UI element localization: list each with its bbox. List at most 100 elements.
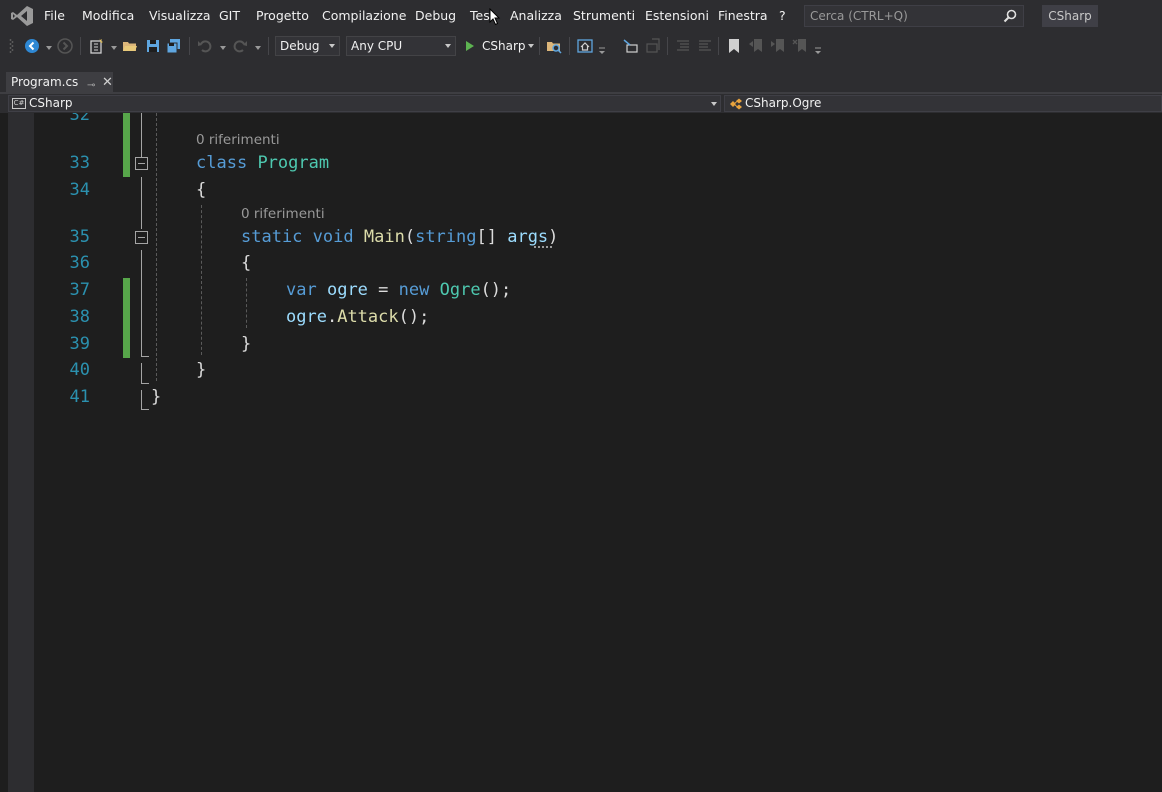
indent-guide <box>156 113 157 381</box>
platform-select[interactable]: Any CPU <box>346 36 456 56</box>
outline-line <box>141 363 142 383</box>
chevron-down-icon <box>711 102 717 106</box>
change-tracking-bar <box>123 278 130 358</box>
code-editor[interactable]: 32 33 34 35 36 37 38 39 40 41 0 riferime… <box>0 113 1162 792</box>
codelens-references[interactable]: 0 riferimenti <box>196 132 280 148</box>
type-dropdown[interactable]: CSharp.Ogre <box>724 95 1162 112</box>
redo-dropdown-arrow-icon[interactable] <box>255 46 261 50</box>
next-bookmark-icon[interactable] <box>770 38 786 54</box>
suggestion-dots[interactable] <box>534 246 552 248</box>
punct-token: [] <box>476 227 508 247</box>
redo-icon[interactable] <box>232 38 248 54</box>
save-all-icon[interactable] <box>166 38 182 54</box>
change-tracking-bar <box>123 113 130 177</box>
outline-line <box>141 250 142 356</box>
new-project-icon[interactable] <box>88 38 104 54</box>
outline-line <box>141 390 142 409</box>
play-icon <box>466 41 474 51</box>
menu-git[interactable]: GIT <box>219 8 240 23</box>
punct-token: ( <box>404 227 416 247</box>
code-line-34: { <box>196 180 206 200</box>
brace-token: { <box>196 180 207 200</box>
outline-line <box>141 409 149 410</box>
line-number: 36 <box>69 253 90 273</box>
indent-guide <box>201 205 202 355</box>
menu-compilazione[interactable]: Compilazione <box>322 8 406 23</box>
brace-token: { <box>241 253 252 273</box>
step-out-icon[interactable] <box>645 38 661 54</box>
selection-margin <box>8 113 34 792</box>
punct-token: ) <box>548 227 559 247</box>
project-name: CSharp <box>29 96 73 110</box>
navigate-back-icon[interactable] <box>24 38 40 54</box>
clear-bookmarks-icon[interactable] <box>792 38 808 54</box>
toolbar-overflow-icon[interactable] <box>814 46 822 56</box>
menu-debug[interactable]: Debug <box>415 8 456 23</box>
menu-strumenti[interactable]: Strumenti <box>573 8 635 23</box>
outline-line <box>141 383 149 384</box>
menu-progetto[interactable]: Progetto <box>256 8 309 23</box>
configuration-select[interactable]: Debug <box>275 36 340 56</box>
navigate-forward-icon[interactable] <box>57 38 73 54</box>
visual-studio-logo-icon <box>11 6 33 26</box>
keyword-token: string <box>415 227 477 247</box>
navigation-bar: C# CSharp CSharp.Ogre <box>0 94 1162 113</box>
search-icon <box>1003 9 1017 23</box>
code-line-38: ogre.Attack(); <box>286 307 429 327</box>
toolbar-overflow-icon[interactable] <box>598 46 606 56</box>
close-icon[interactable]: ✕ <box>102 73 113 93</box>
keyword-token: class <box>196 153 248 173</box>
menu-analizza[interactable]: Analizza <box>510 8 562 23</box>
punct-token: . <box>326 307 338 327</box>
mouse-cursor-icon <box>489 8 501 26</box>
start-debugging-button[interactable]: CSharp <box>462 36 538 56</box>
open-folder-icon[interactable] <box>122 38 138 54</box>
solution-name-badge: CSharp <box>1042 5 1098 27</box>
project-dropdown[interactable]: C# CSharp <box>8 95 721 112</box>
step-into-specific-icon[interactable] <box>622 38 638 54</box>
codelens-references[interactable]: 0 riferimenti <box>241 206 325 222</box>
collapse-toggle[interactable] <box>135 231 148 244</box>
menu-bar: File Modifica Visualizza GIT Progetto Co… <box>0 0 1162 32</box>
new-dropdown-arrow-icon[interactable] <box>111 46 117 50</box>
line-number: 37 <box>69 280 90 300</box>
toolbar-grip-icon <box>9 39 14 53</box>
code-line-40: } <box>196 360 206 380</box>
method-token: Main <box>363 227 405 247</box>
back-dropdown-arrow-icon[interactable] <box>46 46 52 50</box>
undo-icon[interactable] <box>197 38 213 54</box>
undo-dropdown-arrow-icon[interactable] <box>220 46 226 50</box>
comment-lines-icon[interactable] <box>675 38 691 54</box>
collapse-toggle[interactable] <box>135 157 148 170</box>
configuration-value: Debug <box>280 39 320 53</box>
search-input[interactable]: Cerca (CTRL+Q) <box>804 5 1024 27</box>
brace-token: } <box>196 360 207 380</box>
line-number: 32 <box>69 113 90 125</box>
save-icon[interactable] <box>145 38 161 54</box>
menu-finestra[interactable]: Finestra <box>718 8 768 23</box>
menu-help[interactable]: ? <box>779 8 786 23</box>
outline-line <box>141 356 149 357</box>
menu-file[interactable]: File <box>44 8 65 23</box>
class-icon <box>730 98 742 110</box>
solution-explorer-home-icon[interactable] <box>577 38 593 54</box>
line-number: 39 <box>69 334 90 354</box>
bookmark-icon[interactable] <box>726 38 742 54</box>
uncomment-lines-icon[interactable] <box>697 38 713 54</box>
menu-modifica[interactable]: Modifica <box>82 8 134 23</box>
previous-bookmark-icon[interactable] <box>748 38 764 54</box>
toolbar: Debug Any CPU CSharp <box>0 32 1162 60</box>
punct-token: = <box>367 280 399 300</box>
indent-guide <box>246 278 247 328</box>
menu-estensioni[interactable]: Estensioni <box>645 8 709 23</box>
keyword-token: void <box>312 227 354 247</box>
chevron-down-icon <box>329 44 335 48</box>
code-line-37: var ogre = new Ogre(); <box>286 280 511 300</box>
outline-line <box>141 113 142 157</box>
menu-visualizza[interactable]: Visualizza <box>149 8 211 23</box>
type-token: Program <box>257 153 330 173</box>
punct-token: (); <box>398 307 430 327</box>
tab-program-cs[interactable]: Program.cs ⊸ ✕ <box>6 72 113 92</box>
code-line-39: } <box>241 334 251 354</box>
find-in-files-icon[interactable] <box>546 38 562 54</box>
